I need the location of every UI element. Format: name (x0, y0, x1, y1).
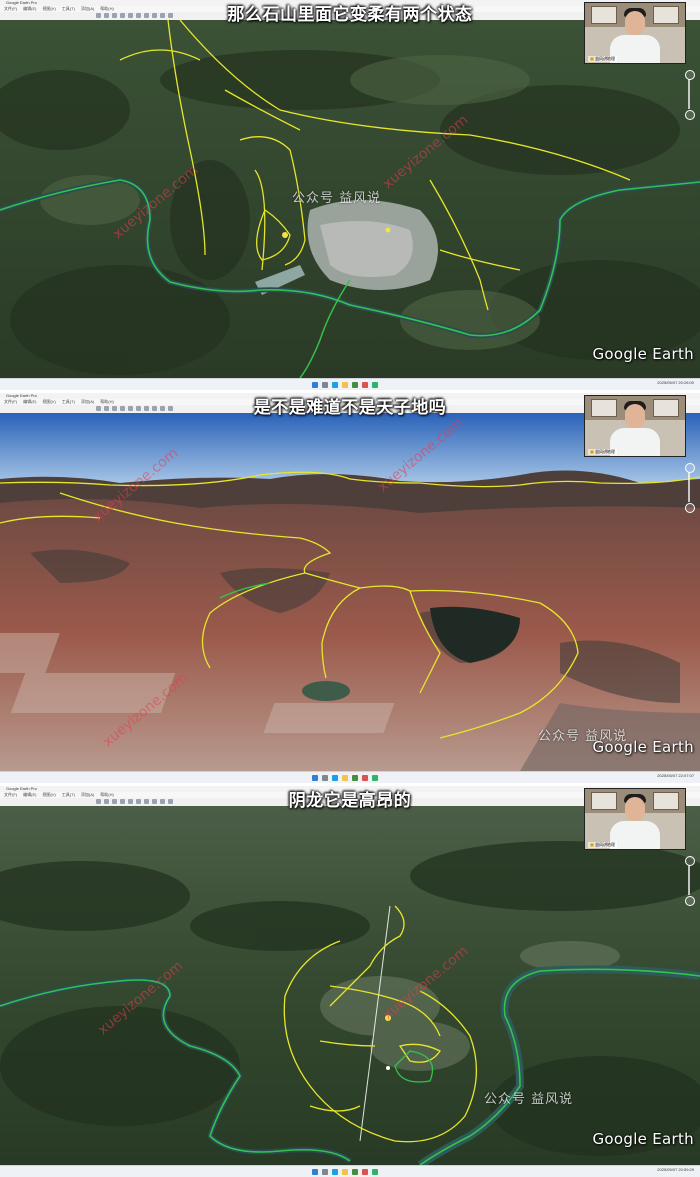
subtitle-1: 那么石山里面它变柔有两个状态 (227, 5, 473, 25)
google-earth-logo: Google Earth (592, 738, 694, 756)
subtitle-2: 是不是难道不是天子地吗 (253, 398, 447, 418)
google-earth-logo: Google Earth (592, 345, 694, 363)
google-earth-logo: Google Earth (592, 1130, 694, 1148)
subtitle-3: 阴龙它是高昂的 (288, 791, 412, 811)
